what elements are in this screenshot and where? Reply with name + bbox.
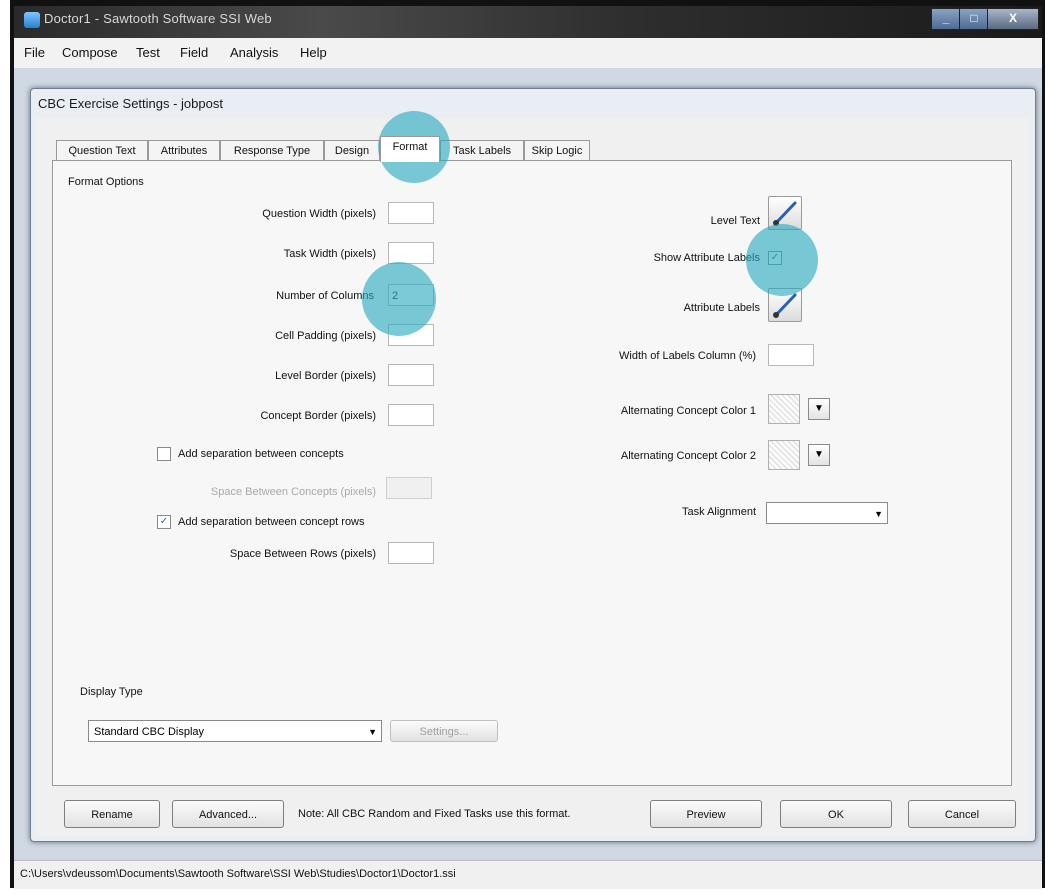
alt-color-1-dropdown-button[interactable]: ▼ <box>808 398 830 420</box>
tab-format[interactable]: Format <box>380 136 440 162</box>
width-labels-column-input[interactable] <box>768 344 814 366</box>
highlight-circle-show-attribute-labels <box>746 224 818 296</box>
menu-test[interactable]: Test <box>136 45 160 60</box>
display-type-legend: Display Type <box>80 686 143 698</box>
space-between-rows-input[interactable] <box>388 542 434 564</box>
chevron-down-icon: ▼ <box>874 509 883 519</box>
space-between-concepts-input[interactable] <box>386 477 432 499</box>
ok-button[interactable]: OK <box>780 800 892 828</box>
settings-button[interactable]: Settings... <box>390 720 498 742</box>
add-sep-concepts-checkbox[interactable] <box>157 447 171 461</box>
alt-color-2-dropdown-button[interactable]: ▼ <box>808 444 830 466</box>
show-attribute-labels-label: Show Attribute Labels <box>653 252 760 264</box>
number-of-columns-label: Number of Columns <box>276 290 374 302</box>
task-width-input[interactable] <box>388 242 434 264</box>
alt-color-1-swatch <box>768 394 800 424</box>
chevron-down-icon: ▼ <box>368 727 377 737</box>
menu-analysis[interactable]: Analysis <box>230 45 278 60</box>
menu-bar <box>14 38 1042 68</box>
level-border-label: Level Border (pixels) <box>275 370 376 382</box>
width-labels-column-label: Width of Labels Column (%) <box>619 350 756 362</box>
dialog-title: CBC Exercise Settings - jobpost <box>38 96 223 111</box>
tab-design[interactable]: Design <box>324 140 380 161</box>
question-width-input[interactable] <box>388 202 434 224</box>
maximize-button[interactable]: □ <box>959 8 989 30</box>
alt-color-1-label: Alternating Concept Color 1 <box>620 405 756 417</box>
question-width-label: Question Width (pixels) <box>262 208 376 220</box>
menu-help[interactable]: Help <box>300 45 327 60</box>
task-width-label: Task Width (pixels) <box>283 248 376 260</box>
cancel-button[interactable]: Cancel <box>908 800 1016 828</box>
task-alignment-select[interactable]: ▼ <box>766 502 888 524</box>
close-button[interactable]: X <box>987 8 1039 30</box>
display-type-value: Standard CBC Display <box>94 726 205 738</box>
add-sep-concepts-label: Add separation between concepts <box>178 448 344 460</box>
concept-border-input[interactable] <box>388 404 434 426</box>
highlight-circle-number-of-columns <box>362 262 436 336</box>
cell-padding-label: Cell Padding (pixels) <box>275 330 376 342</box>
task-alignment-label: Task Alignment <box>682 506 756 518</box>
tab-response-type[interactable]: Response Type <box>220 140 324 161</box>
tab-question-text[interactable]: Question Text <box>56 140 148 161</box>
attribute-labels-label: Attribute Labels <box>683 302 760 314</box>
menu-field[interactable]: Field <box>180 45 208 60</box>
footer-note: Note: All CBC Random and Fixed Tasks use… <box>298 808 571 820</box>
level-border-input[interactable] <box>388 364 434 386</box>
tab-skip-logic[interactable]: Skip Logic <box>524 140 590 161</box>
status-path: C:\Users\vdeussom\Documents\Sawtooth Sof… <box>20 868 456 880</box>
level-text-label: Level Text <box>710 215 760 227</box>
rename-button[interactable]: Rename <box>64 800 160 828</box>
menu-compose[interactable]: Compose <box>62 45 118 60</box>
add-sep-rows-label: Add separation between concept rows <box>178 516 365 528</box>
display-type-select[interactable]: Standard CBC Display ▼ <box>88 720 382 742</box>
alt-color-2-swatch <box>768 440 800 470</box>
advanced-button[interactable]: Advanced... <box>172 800 284 828</box>
tab-attributes[interactable]: Attributes <box>148 140 220 161</box>
alt-color-2-label: Alternating Concept Color 2 <box>620 450 756 462</box>
app-icon <box>24 12 40 28</box>
add-sep-rows-checkbox[interactable]: ✓ <box>157 515 171 529</box>
menu-file[interactable]: File <box>24 45 45 60</box>
concept-border-label: Concept Border (pixels) <box>260 410 376 422</box>
minimize-button[interactable]: _ <box>931 8 961 30</box>
tab-task-labels[interactable]: Task Labels <box>440 140 524 161</box>
space-between-rows-label: Space Between Rows (pixels) <box>229 548 376 560</box>
window-title: Doctor1 - Sawtooth Software SSI Web <box>44 11 272 26</box>
space-between-concepts-label: Space Between Concepts (pixels) <box>210 486 376 498</box>
preview-button[interactable]: Preview <box>650 800 762 828</box>
